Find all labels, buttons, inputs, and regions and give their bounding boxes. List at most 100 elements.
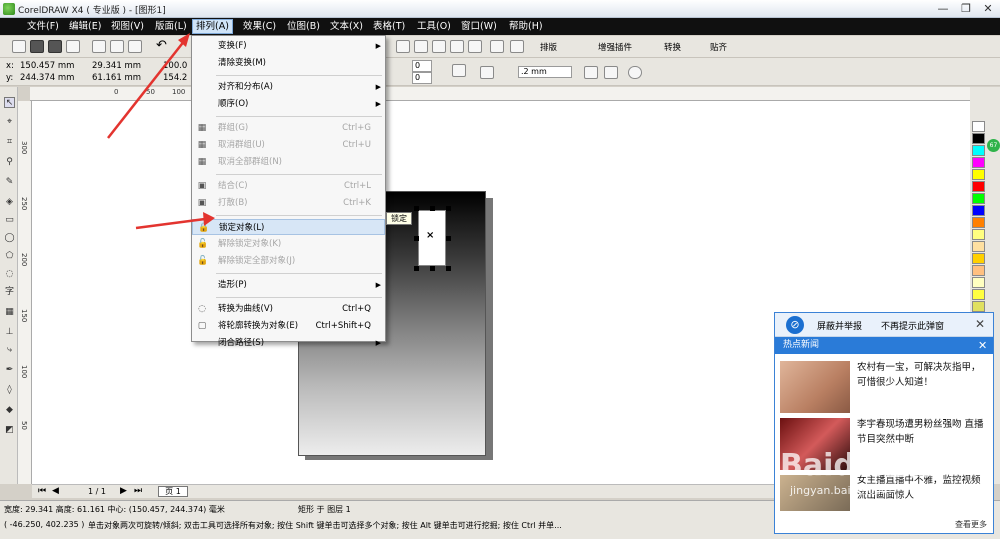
color-swatch[interactable] <box>972 121 985 132</box>
menu-window[interactable]: 窗口(W) <box>458 20 500 33</box>
color-swatch[interactable] <box>972 253 985 264</box>
first-page-icon[interactable]: ⏮ <box>38 486 46 496</box>
menu-item-7[interactable]: ▦ 取消群组(U) Ctrl+U <box>192 137 385 153</box>
color-swatch[interactable] <box>972 205 985 216</box>
selection-handle[interactable] <box>446 206 451 211</box>
zoom-height-icon[interactable] <box>510 40 524 53</box>
cut-icon[interactable] <box>92 40 106 53</box>
close-button[interactable]: ✕ <box>977 1 999 16</box>
save-icon[interactable] <box>48 40 62 53</box>
selection-handle[interactable] <box>446 236 451 241</box>
zoom-out-icon[interactable] <box>414 40 428 53</box>
undo-icon[interactable]: ↶ <box>156 38 167 53</box>
menu-item-0[interactable]: 变换(F) ▶ <box>192 38 385 54</box>
selection-handle[interactable] <box>414 266 419 271</box>
last-page-icon[interactable]: ⏭ <box>134 486 142 496</box>
no-more-button[interactable]: 不再提示此弹窗 <box>881 319 944 332</box>
menu-item-20[interactable]: ▢ 将轮廓转换为对象(E) Ctrl+Shift+Q <box>192 318 385 334</box>
lock-ratio-icon[interactable] <box>452 64 466 77</box>
copy-icon[interactable] <box>110 40 124 53</box>
popup-footer-more[interactable]: 查看更多 <box>851 519 987 533</box>
menu-file[interactable]: 文件(F) <box>24 20 62 33</box>
new-icon[interactable] <box>12 40 26 53</box>
popup-close-icon[interactable]: ✕ <box>978 337 987 354</box>
menu-item-14[interactable]: 🔓 解除锁定对象(K) <box>192 236 385 252</box>
selection-handle[interactable] <box>446 266 451 271</box>
freehand-tool-icon[interactable]: ✎ <box>4 177 15 188</box>
width-field[interactable]: 29.341 mm <box>92 61 141 71</box>
report-button[interactable]: 屏蔽并举报 <box>817 319 862 332</box>
next-page-icon[interactable]: ▶ <box>120 486 127 496</box>
fill-tool-icon[interactable]: ◆ <box>4 405 15 416</box>
menu-layout[interactable]: 版面(L) <box>152 20 190 33</box>
block-icon[interactable]: ⊘ <box>786 316 804 334</box>
selection-handle[interactable] <box>430 206 435 211</box>
menu-effects[interactable]: 效果(C) <box>240 20 279 33</box>
menu-item-6[interactable]: ▦ 群组(G) Ctrl+G <box>192 120 385 136</box>
color-swatch[interactable] <box>972 145 985 156</box>
menu-tools[interactable]: 工具(O) <box>414 20 454 33</box>
menu-view[interactable]: 视图(V) <box>108 20 147 33</box>
menu-text[interactable]: 文本(X) <box>327 20 366 33</box>
zoom-icon[interactable] <box>432 40 446 53</box>
menu-table[interactable]: 表格(T) <box>370 20 408 33</box>
scale-y-field[interactable]: 154.2 <box>163 73 187 83</box>
color-swatch[interactable] <box>972 289 985 300</box>
outline-width-dropdown[interactable]: .2 mm <box>518 66 572 78</box>
shape-tool-icon[interactable]: ⌖ <box>4 117 15 128</box>
menu-item-8[interactable]: ▦ 取消全部群组(N) <box>192 154 385 170</box>
connector-tool-icon[interactable]: ⤷ <box>4 345 15 356</box>
news-thumbnail-1[interactable] <box>780 361 850 413</box>
enhance-plugin-button[interactable]: 增强插件 <box>598 41 632 53</box>
color-swatch[interactable] <box>972 157 985 168</box>
height-field[interactable]: 61.161 mm <box>92 73 141 83</box>
text-tool-icon[interactable]: 字 <box>4 287 15 298</box>
menu-edit[interactable]: 编辑(E) <box>66 20 104 33</box>
zoom-fit-icon[interactable] <box>450 40 464 53</box>
color-swatch[interactable] <box>972 133 985 144</box>
pick-tool-icon[interactable]: ↖ <box>4 97 15 108</box>
menu-arrange[interactable]: 排列(A) <box>192 19 233 34</box>
table-tool-icon[interactable]: ▦ <box>4 307 15 318</box>
menu-help[interactable]: 帮助(H) <box>506 20 546 33</box>
menu-item-17[interactable]: 造形(P) ▶ <box>192 277 385 293</box>
minimize-button[interactable]: — <box>932 1 954 16</box>
menu-item-19[interactable]: ◌ 转换为曲线(V) Ctrl+Q <box>192 301 385 317</box>
eyedropper-tool-icon[interactable]: ✒ <box>4 365 15 376</box>
selection-handle[interactable] <box>414 236 419 241</box>
menu-item-4[interactable]: 顺序(O) ▶ <box>192 96 385 112</box>
smart-fill-icon[interactable]: ◈ <box>4 197 15 208</box>
news-title-1[interactable]: 农村有一宝，可解决灰指甲，可惜很少人知道！ <box>857 360 987 390</box>
print-icon[interactable] <box>66 40 80 53</box>
interactive-fill-icon[interactable]: ◩ <box>4 425 15 436</box>
maximize-button[interactable]: ❐ <box>955 1 977 16</box>
rotation-field-1[interactable]: 0 <box>412 60 432 72</box>
menu-item-3[interactable]: 对齐和分布(A) ▶ <box>192 79 385 95</box>
ellipse-tool-icon[interactable]: ◯ <box>4 233 15 244</box>
rectangle-tool-icon[interactable]: ▭ <box>4 215 15 226</box>
color-swatch[interactable] <box>972 301 985 312</box>
menu-item-11[interactable]: ▣ 打散(B) Ctrl+K <box>192 195 385 211</box>
color-swatch[interactable] <box>972 193 985 204</box>
convert-button[interactable]: 转换 <box>664 41 681 53</box>
color-swatch[interactable] <box>972 277 985 288</box>
menu-item-15[interactable]: 🔓 解除锁定全部对象(J) <box>192 253 385 269</box>
selection-handle[interactable] <box>414 206 419 211</box>
zoom-in-icon[interactable] <box>396 40 410 53</box>
open-icon[interactable] <box>30 40 44 53</box>
menu-item-1[interactable]: 清除变换(M) <box>192 55 385 71</box>
x-position-field[interactable]: 150.457 mm <box>20 61 74 71</box>
color-swatch[interactable] <box>972 217 985 228</box>
color-swatch[interactable] <box>972 181 985 192</box>
color-swatch[interactable] <box>972 229 985 240</box>
to-front-icon[interactable] <box>584 66 598 79</box>
basic-shapes-icon[interactable]: ◌ <box>4 269 15 280</box>
close-icon[interactable]: ✕ <box>975 317 985 331</box>
color-swatch[interactable] <box>972 241 985 252</box>
zoom-width-icon[interactable] <box>490 40 504 53</box>
snap-button[interactable]: 贴齐 <box>710 41 727 53</box>
convert-to-curve-icon[interactable] <box>628 66 642 79</box>
color-swatch[interactable] <box>972 265 985 276</box>
dimension-tool-icon[interactable]: ⊥ <box>4 327 15 338</box>
y-position-field[interactable]: 244.374 mm <box>20 73 74 83</box>
